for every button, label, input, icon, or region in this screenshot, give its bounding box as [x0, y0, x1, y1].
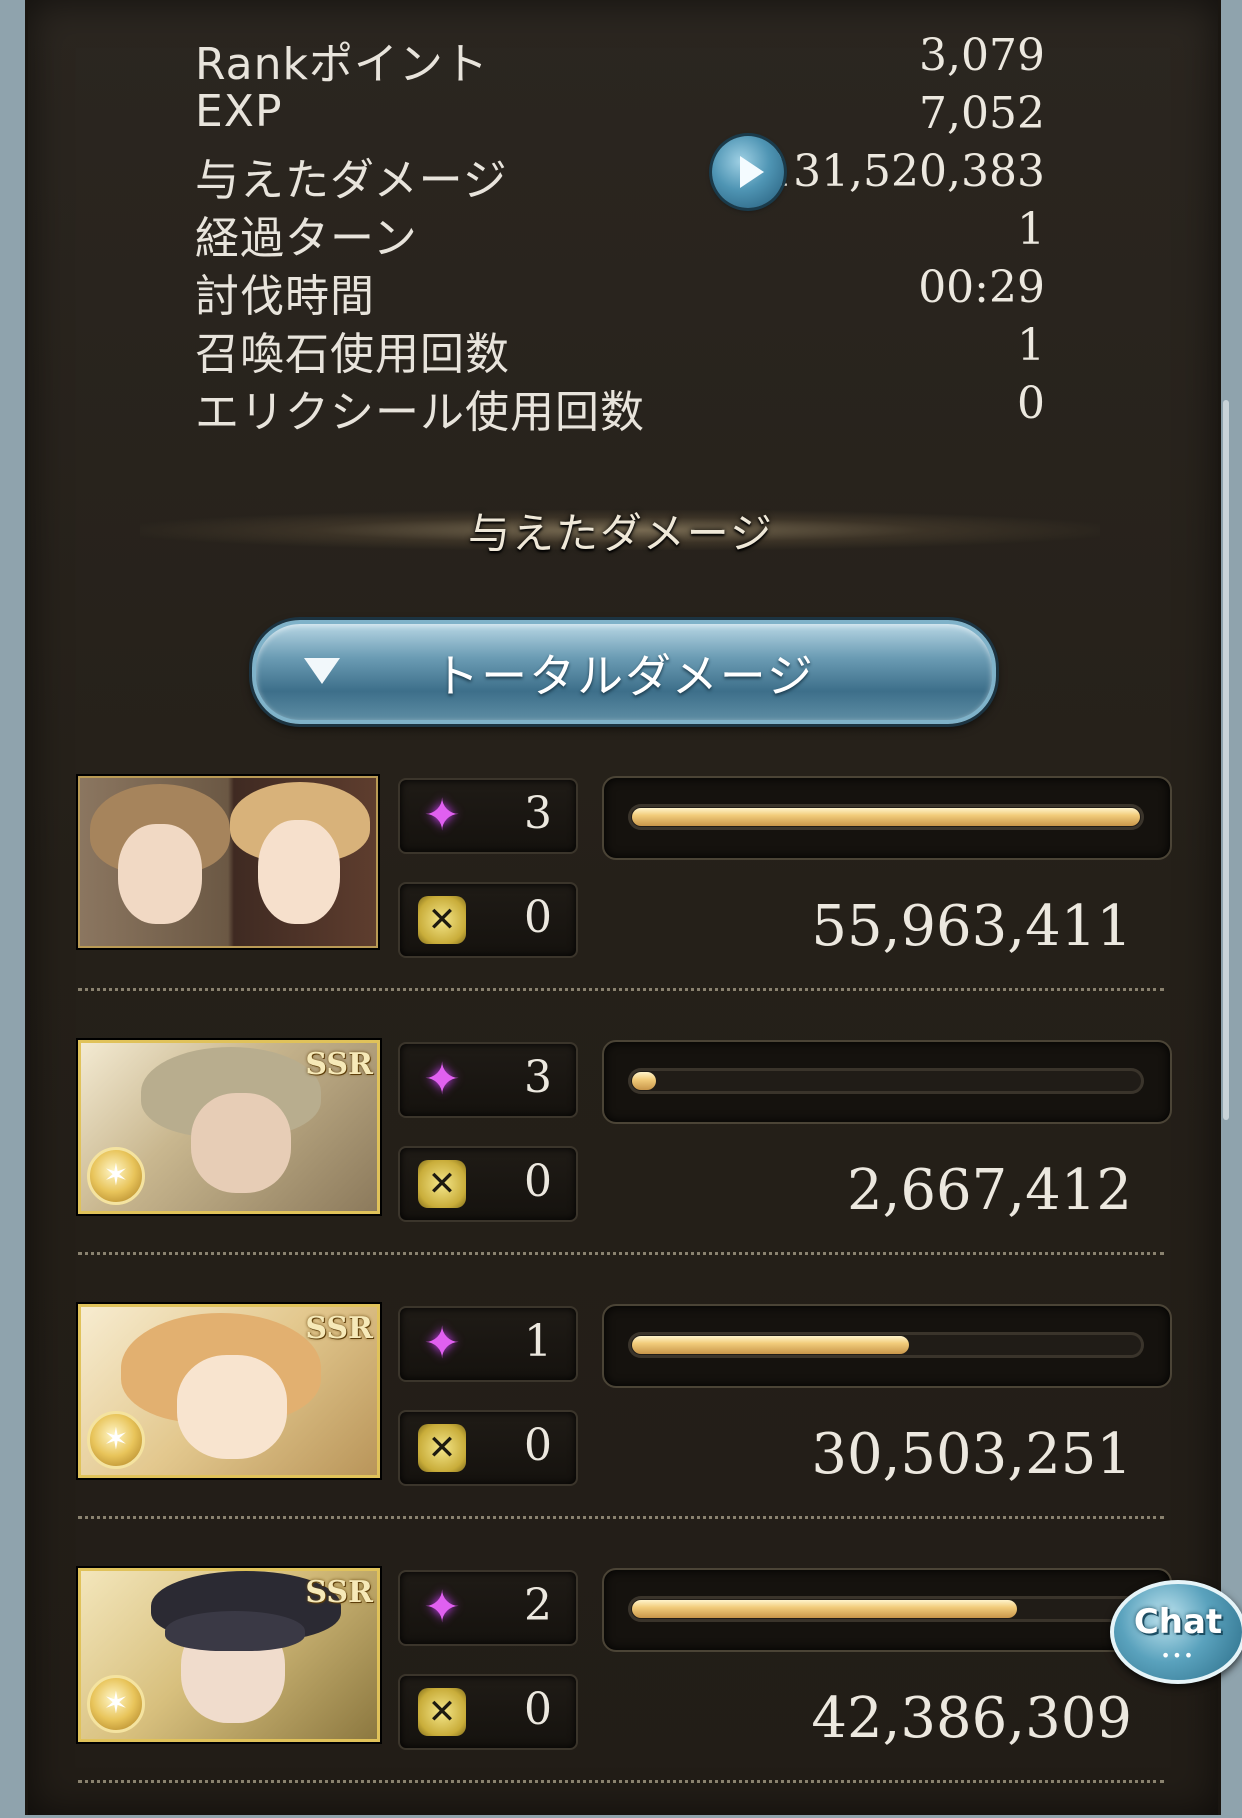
- stat-elixir-uses: エリクシール使用回数 0: [195, 376, 1045, 438]
- cycle-count-box: ✕ 0: [398, 1674, 578, 1750]
- character-row: SSR ✶ ✦ 3 ✕ 0 2,667,412: [78, 1040, 1178, 1290]
- damage-value: 30,503,251: [811, 1422, 1132, 1487]
- cycle-count-box: ✕ 0: [398, 882, 578, 958]
- row-divider: [78, 1780, 1164, 1783]
- chat-dots: •••: [1160, 1646, 1196, 1665]
- stat-value: 0: [1017, 378, 1045, 429]
- sparkle-icon: ✦: [423, 1582, 461, 1633]
- play-icon[interactable]: [712, 136, 784, 208]
- damage-value: 55,963,411: [811, 894, 1132, 959]
- character-portrait[interactable]: [78, 776, 378, 948]
- character-row: SSR ✶ ✦ 1 ✕ 0 30,503,251: [78, 1304, 1178, 1554]
- stat-label: 討伐時間: [195, 271, 375, 322]
- damage-bar-fill: [632, 808, 1140, 826]
- cycle-count: 0: [524, 1684, 552, 1735]
- cycle-count: 0: [524, 892, 552, 943]
- sparkle-icon: ✦: [423, 1054, 461, 1105]
- damage-value: 42,386,309: [811, 1686, 1132, 1751]
- light-element-icon: ✶: [87, 1675, 145, 1733]
- stat-exp: EXP 7,052: [195, 86, 1045, 144]
- stat-value: 131,520,383: [765, 146, 1045, 197]
- stat-value: 1: [1017, 320, 1045, 371]
- stat-damage-dealt: 与えたダメージ 131,520,383: [195, 144, 1045, 206]
- stat-label: エリクシール使用回数: [195, 387, 645, 438]
- damage-bar-fill: [632, 1336, 909, 1354]
- character-portrait[interactable]: SSR ✶: [78, 1568, 380, 1742]
- cycle-count: 0: [524, 1156, 552, 1207]
- damage-bar-fill: [632, 1600, 1017, 1618]
- character-portrait[interactable]: SSR ✶: [78, 1304, 380, 1478]
- character-row: SSR ✶ ✦ 2 ✕ 0 42,386,309: [78, 1568, 1178, 1818]
- stat-summon-uses: 召喚石使用回数 1: [195, 318, 1045, 380]
- crossed-swords-icon: ✕: [418, 1424, 466, 1472]
- ssr-badge: SSR: [305, 1047, 373, 1082]
- ougi-count-box: ✦ 2: [398, 1570, 578, 1646]
- ougi-count: 1: [524, 1316, 552, 1367]
- ougi-count-box: ✦ 3: [398, 1042, 578, 1118]
- stat-elapsed-turns: 経過ターン 1: [195, 202, 1045, 264]
- chat-label: Chat: [1133, 1602, 1223, 1642]
- ssr-badge: SSR: [305, 1311, 373, 1346]
- sparkle-icon: ✦: [423, 1318, 461, 1369]
- damage-bar-track: [628, 1068, 1144, 1094]
- sparkle-icon: ✦: [423, 790, 461, 841]
- cycle-count: 0: [524, 1420, 552, 1471]
- damage-bar: [602, 776, 1172, 860]
- damage-bar-track: [628, 1596, 1144, 1622]
- stat-value: 1: [1017, 204, 1045, 255]
- damage-bar-track: [628, 1332, 1144, 1358]
- crossed-swords-icon: ✕: [418, 1688, 466, 1736]
- stat-value: 7,052: [919, 88, 1045, 139]
- cycle-count-box: ✕ 0: [398, 1410, 578, 1486]
- row-divider: [78, 988, 1164, 991]
- light-element-icon: ✶: [87, 1411, 145, 1469]
- character-portrait[interactable]: SSR ✶: [78, 1040, 380, 1214]
- section-title: 与えたダメージ: [468, 509, 774, 558]
- stat-label: Rankポイント: [195, 39, 489, 90]
- cycle-count-box: ✕ 0: [398, 1146, 578, 1222]
- stat-clear-time: 討伐時間 00:29: [195, 260, 1045, 322]
- ougi-count: 2: [524, 1580, 552, 1631]
- stat-label: EXP: [195, 86, 283, 137]
- dropdown-label: トータルダメージ: [433, 649, 815, 703]
- stat-label: 経過ターン: [195, 213, 418, 264]
- ssr-badge: SSR: [305, 1575, 373, 1610]
- character-row: ✦ 3 ✕ 0 55,963,411: [78, 776, 1178, 1026]
- row-divider: [78, 1516, 1164, 1519]
- chat-button[interactable]: Chat •••: [1110, 1580, 1242, 1684]
- damage-bar: [602, 1040, 1172, 1124]
- ougi-count: 3: [524, 1052, 552, 1103]
- light-element-icon: ✶: [87, 1147, 145, 1205]
- damage-value: 2,667,412: [846, 1158, 1132, 1223]
- crossed-swords-icon: ✕: [418, 896, 466, 944]
- ougi-count-box: ✦ 3: [398, 778, 578, 854]
- damage-bar: [602, 1304, 1172, 1388]
- damage-bar: [602, 1568, 1172, 1652]
- ougi-count: 3: [524, 788, 552, 839]
- stat-label: 与えたダメージ: [195, 155, 508, 206]
- damage-bar-fill: [632, 1072, 656, 1090]
- damage-type-dropdown[interactable]: トータルダメージ: [252, 620, 996, 724]
- stat-value: 3,079: [919, 30, 1045, 81]
- damage-bar-track: [628, 804, 1144, 830]
- ougi-count-box: ✦ 1: [398, 1306, 578, 1382]
- stat-rank-points: Rankポイント 3,079: [195, 28, 1045, 90]
- stat-value: 00:29: [918, 262, 1045, 313]
- crossed-swords-icon: ✕: [418, 1160, 466, 1208]
- row-divider: [78, 1252, 1164, 1255]
- stat-label: 召喚石使用回数: [195, 329, 510, 380]
